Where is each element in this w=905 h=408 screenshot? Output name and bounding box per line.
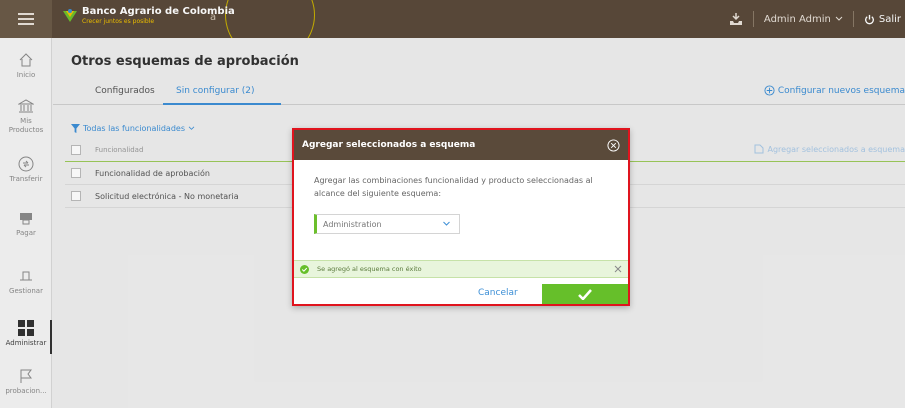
modal-footer: Cancelar bbox=[294, 282, 628, 304]
confirm-button[interactable] bbox=[542, 284, 628, 304]
modal-body: Agregar las combinaciones funcionalidad … bbox=[294, 160, 628, 234]
chevron-down-icon bbox=[443, 221, 450, 226]
modal-header: Agregar seleccionados a esquema bbox=[294, 130, 628, 160]
add-to-scheme-modal: Agregar seleccionados a esquema Agregar … bbox=[292, 128, 630, 306]
modal-description: Agregar las combinaciones funcionalidad … bbox=[314, 176, 593, 198]
scheme-select-value: Administration bbox=[323, 219, 382, 229]
success-toast: Se agregó al esquema con éxito bbox=[294, 260, 628, 278]
toast-message: Se agregó al esquema con éxito bbox=[317, 265, 422, 273]
cancel-button[interactable]: Cancelar bbox=[478, 288, 518, 298]
toast-close-icon[interactable] bbox=[614, 265, 622, 273]
checkmark-icon bbox=[578, 288, 592, 300]
success-check-icon bbox=[300, 264, 309, 274]
scheme-select[interactable]: Administration bbox=[314, 214, 460, 234]
modal-title: Agregar seleccionados a esquema bbox=[302, 140, 476, 150]
close-icon[interactable] bbox=[607, 138, 620, 152]
